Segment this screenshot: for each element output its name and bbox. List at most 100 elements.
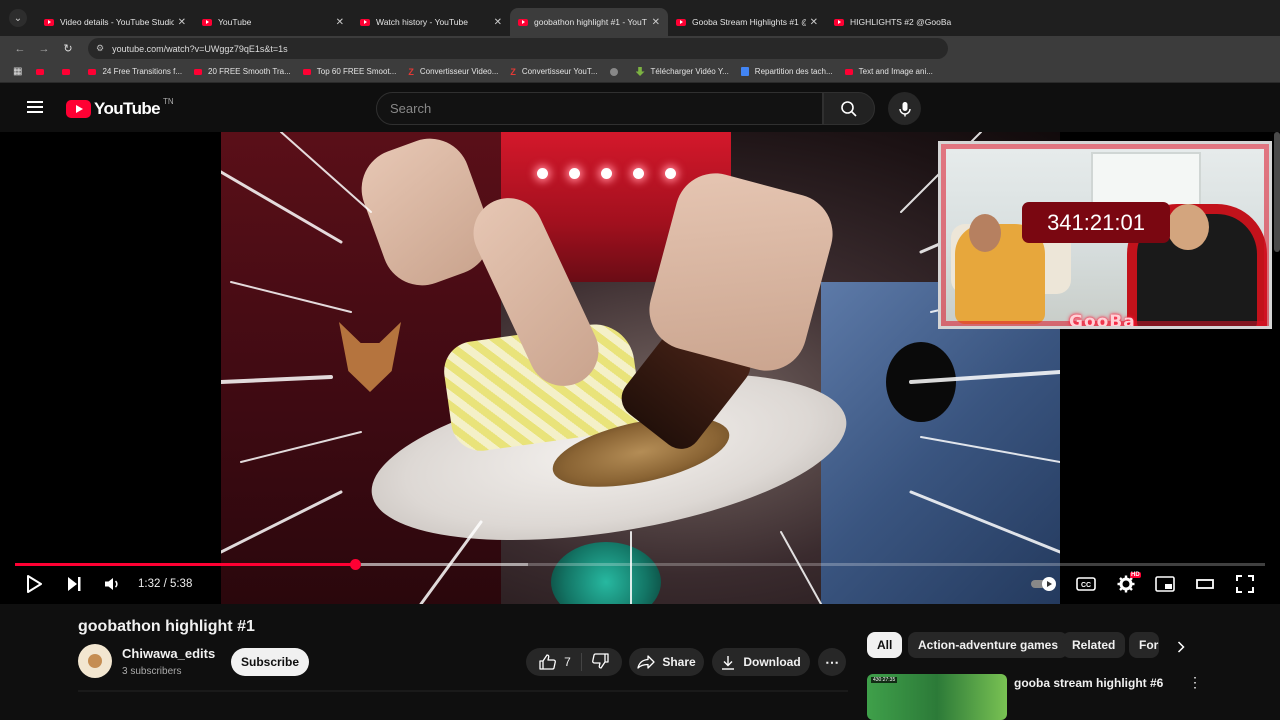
bookmark-item[interactable]	[36, 68, 50, 75]
close-icon[interactable]: ✕	[652, 17, 660, 28]
play-icon	[27, 575, 42, 593]
close-icon[interactable]: ✕	[494, 17, 502, 28]
description-edge	[78, 690, 848, 692]
captions-icon: CC	[1076, 577, 1096, 591]
bookmarks-bar: ▦ 24 Free Transitions f... 20 FREE Smoot…	[0, 61, 1280, 83]
share-button[interactable]: Share	[629, 648, 704, 676]
chevron-down-icon: ⌄	[9, 9, 27, 27]
youtube-header: YouTube TN Search	[0, 84, 1280, 132]
subscriber-count: 3 subscribers	[122, 666, 182, 677]
next-button[interactable]	[62, 572, 86, 596]
browser-tab[interactable]: Gooba Stream Highlights #1 @ ✕	[668, 8, 826, 36]
bookmark-item[interactable]: Z Convertisseur Video...	[408, 67, 498, 77]
chip-for-you[interactable]: For	[1129, 632, 1159, 658]
gooba-badge: GooBa	[1069, 312, 1136, 329]
volume-button[interactable]	[100, 572, 124, 596]
subscribe-button[interactable]: Subscribe	[231, 648, 309, 676]
fullscreen-button[interactable]	[1233, 572, 1257, 596]
apps-grid-icon[interactable]: ▦	[13, 66, 22, 77]
close-icon[interactable]: ✕	[178, 17, 186, 28]
forward-arrow-icon[interactable]: →	[32, 43, 56, 55]
url-field[interactable]: ⚙ youtube.com/watch?v=UWggz79qE1s&t=1s	[88, 38, 948, 59]
like-dislike-group: 7	[526, 648, 622, 676]
close-icon[interactable]: ✕	[336, 17, 344, 28]
youtube-favicon-icon	[202, 18, 212, 26]
bookmark-item[interactable]: 20 FREE Smooth Tra...	[194, 67, 291, 76]
chip-all[interactable]: All	[867, 632, 903, 658]
browser-tab[interactable]: HIGHLIGHTS #2 @GooBa	[826, 8, 984, 36]
recommendation-thumbnail[interactable]: 430:27:35	[867, 674, 1007, 720]
download-icon	[722, 655, 735, 670]
video-player[interactable]: GooBa 341:21:01 1:32 / 5:38 CC HD	[0, 132, 1280, 604]
theater-mode-button[interactable]	[1193, 572, 1217, 596]
browser-tab[interactable]: Video details - YouTube Studio ✕	[36, 8, 194, 36]
like-button[interactable]: 7	[539, 654, 571, 670]
chip-related[interactable]: Related	[1062, 632, 1126, 658]
autoplay-toggle[interactable]	[1030, 572, 1060, 596]
search-input[interactable]: Search	[376, 92, 823, 125]
bookmark-item[interactable]	[609, 67, 624, 76]
menu-icon[interactable]	[27, 101, 43, 113]
play-button[interactable]	[22, 572, 46, 596]
microphone-icon	[898, 101, 911, 116]
back-arrow-icon[interactable]: ←	[8, 43, 32, 55]
download-button[interactable]: Download	[712, 648, 810, 676]
page-scrollbar[interactable]	[1274, 132, 1280, 252]
z-icon: Z	[510, 66, 516, 77]
avatar[interactable]	[78, 644, 112, 678]
dislike-button[interactable]	[591, 652, 609, 672]
youtube-icon	[36, 68, 45, 75]
bookmark-item[interactable]: Text and Image ani...	[844, 67, 933, 76]
recommendation-title[interactable]: gooba stream highlight #6	[1014, 676, 1163, 690]
tab-title: YouTube	[218, 17, 252, 27]
site-info-icon[interactable]: ⚙	[96, 43, 104, 54]
played-bar	[15, 563, 355, 566]
stream-timer: 341:21:01	[1022, 202, 1170, 243]
reload-icon[interactable]: ↻	[56, 42, 80, 55]
next-icon	[68, 577, 81, 591]
youtube-favicon-icon	[518, 18, 528, 26]
youtube-icon	[194, 68, 203, 75]
chip-action-adventure-games[interactable]: Action-adventure games	[908, 632, 1069, 658]
browser-tab[interactable]: Watch history - YouTube ✕	[352, 8, 510, 36]
chip-scroll-right-button[interactable]	[1168, 634, 1194, 660]
bookmark-item[interactable]: Repartition des tach...	[740, 67, 833, 76]
youtube-logo[interactable]: YouTube TN	[66, 97, 174, 119]
voice-search-button[interactable]	[888, 92, 921, 125]
youtube-favicon-icon	[834, 18, 844, 26]
youtube-favicon-icon	[44, 18, 54, 26]
time-display: 1:32 / 5:38	[138, 578, 193, 590]
tab-title: Watch history - YouTube	[376, 17, 468, 27]
doc-icon	[740, 67, 749, 76]
svg-text:CC: CC	[1081, 582, 1091, 589]
captions-button[interactable]: CC	[1074, 572, 1098, 596]
browser-tab-active[interactable]: goobathon highlight #1 - YouT ✕	[510, 8, 668, 36]
bookmark-item[interactable]	[62, 68, 76, 75]
tab-search-button[interactable]: ⌄	[0, 0, 36, 36]
progress-bar[interactable]	[15, 559, 1265, 570]
volume-icon	[105, 578, 118, 590]
bookmark-item[interactable]: Z Convertisseur YouT...	[510, 67, 597, 77]
channel-name[interactable]: Chiwawa_edits	[122, 646, 215, 661]
miniplayer-button[interactable]	[1153, 572, 1177, 596]
share-icon	[637, 655, 655, 669]
url-text: youtube.com/watch?v=UWggz79qE1s&t=1s	[112, 43, 288, 54]
tab-title: HIGHLIGHTS #2 @GooBa	[850, 17, 952, 27]
tab-title: Gooba Stream Highlights #1 @	[692, 17, 806, 27]
scrubber-handle[interactable]	[350, 559, 361, 570]
youtube-icon	[844, 68, 853, 75]
close-icon[interactable]: ✕	[810, 17, 818, 28]
search-button[interactable]	[823, 92, 875, 125]
browser-tab[interactable]: YouTube ✕	[194, 8, 352, 36]
browser-tab-strip: ⌄ Video details - YouTube Studio ✕ YouTub…	[0, 0, 1280, 36]
bookmark-item[interactable]: Top 60 FREE Smoot...	[302, 67, 396, 76]
recommendation-more-icon[interactable]: ⋮	[1188, 674, 1202, 691]
bookmark-item[interactable]: Télécharger Vidéo Y...	[635, 67, 729, 76]
youtube-icon	[88, 68, 97, 75]
like-count: 7	[564, 655, 571, 669]
search-icon	[841, 100, 857, 117]
youtube-icon	[62, 68, 71, 75]
more-actions-button[interactable]: ⋯	[818, 648, 846, 676]
autoplay-toggle-icon	[1031, 577, 1056, 591]
bookmark-item[interactable]: 24 Free Transitions f...	[88, 67, 182, 76]
